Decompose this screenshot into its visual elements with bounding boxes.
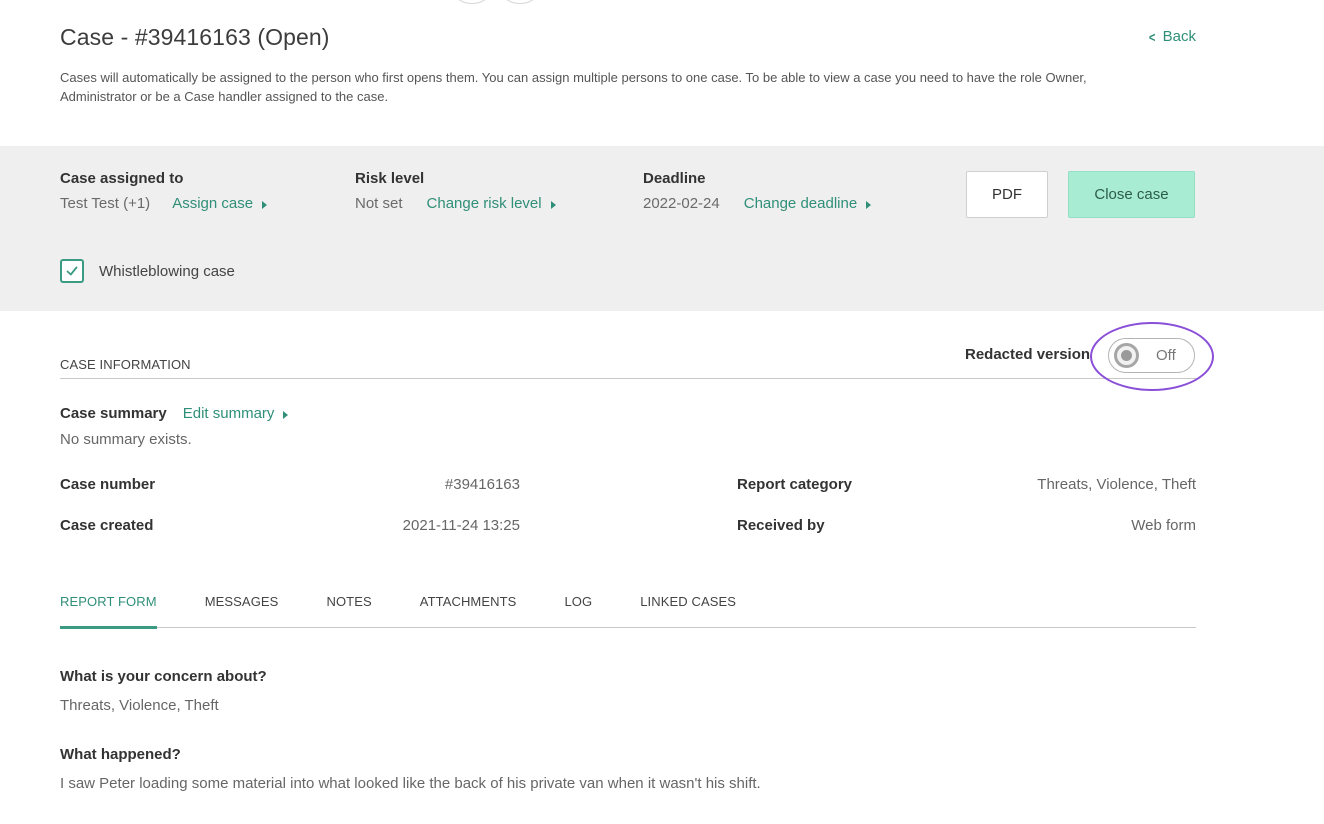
redacted-version-toggle[interactable]: Off — [1108, 338, 1195, 373]
tab-attachments[interactable]: ATTACHMENTS — [420, 594, 517, 628]
check-icon — [66, 266, 78, 276]
toggle-state: Off — [1156, 347, 1176, 364]
top-decoration — [454, 0, 490, 4]
tab-log[interactable]: LOG — [564, 594, 592, 628]
case-created-value: 2021-11-24 13:25 — [402, 517, 520, 534]
risk-label: Risk level — [355, 170, 425, 187]
change-risk-label: Change risk level — [426, 195, 542, 212]
case-created-label: Case created — [60, 517, 154, 534]
case-bar: Case assigned to Test Test (+1) Assign c… — [0, 146, 1324, 311]
received-by-label: Received by — [737, 517, 825, 534]
caret-right-icon — [866, 201, 872, 209]
case-number-value: #39416163 — [444, 476, 520, 493]
page-header: Case - #39416163 (Open) < Back — [60, 24, 1196, 51]
assigned-group: Case assigned to Test Test (+1) Assign c… — [60, 170, 268, 212]
deadline-label: Deadline — [643, 170, 706, 187]
question-what-happened: What happened? — [60, 746, 181, 763]
question-concern: What is your concern about? — [60, 668, 267, 685]
deadline-group: Deadline 2022-02-24 Change deadline — [643, 170, 872, 212]
redacted-version-label: Redacted version — [965, 346, 1091, 363]
edit-summary-link[interactable]: Edit summary — [183, 405, 289, 422]
pdf-button[interactable]: PDF — [966, 171, 1048, 218]
change-deadline-label: Change deadline — [743, 195, 858, 212]
case-summary-text: No summary exists. — [60, 431, 192, 448]
caret-right-icon — [262, 201, 268, 209]
change-risk-link[interactable]: Change risk level — [427, 195, 556, 212]
risk-group: Risk level Not set Change risk level — [355, 170, 556, 212]
edit-summary-label: Edit summary — [182, 405, 275, 422]
page-title: Case - #39416163 (Open) — [60, 24, 330, 50]
report-category-label: Report category — [737, 476, 853, 493]
whistleblowing-label: Whistleblowing case — [99, 262, 235, 280]
caret-right-icon — [550, 201, 556, 209]
case-number-label: Case number — [60, 476, 156, 493]
assign-case-label: Assign case — [172, 195, 254, 212]
change-deadline-link[interactable]: Change deadline — [743, 195, 872, 212]
whistleblowing-checkbox[interactable] — [60, 259, 84, 283]
assigned-label: Case assigned to — [60, 170, 184, 187]
assigned-value: Test Test (+1) — [60, 195, 151, 212]
received-by-value: Web form — [1131, 517, 1196, 534]
chevron-left-icon: < — [1149, 28, 1156, 45]
tab-notes[interactable]: NOTES — [326, 594, 371, 628]
answer-what-happened: I saw Peter loading some material into w… — [60, 775, 761, 792]
tab-report-form[interactable]: REPORT FORM — [60, 594, 157, 629]
case-summary-label: Case summary — [60, 405, 167, 422]
assign-case-link[interactable]: Assign case — [172, 195, 268, 212]
deadline-value: 2022-02-24 — [643, 195, 720, 212]
risk-value: Not set — [355, 195, 403, 212]
back-link[interactable]: < Back — [1148, 28, 1196, 45]
tab-messages[interactable]: MESSAGES — [205, 594, 279, 628]
section-title: CASE INFORMATION — [60, 357, 191, 372]
answer-concern: Threats, Violence, Theft — [60, 697, 219, 714]
caret-right-icon — [283, 411, 289, 419]
intro-text: Cases will automatically be assigned to … — [60, 70, 1087, 104]
case-tabs: REPORT FORM MESSAGES NOTES ATTACHMENTS L… — [60, 594, 1196, 629]
toggle-knob — [1114, 343, 1139, 368]
close-case-button[interactable]: Close case — [1068, 171, 1195, 218]
top-decoration — [502, 0, 538, 4]
report-category-value: Threats, Violence, Theft — [1037, 476, 1196, 493]
tab-linked-cases[interactable]: LINKED CASES — [640, 594, 736, 628]
whistleblowing-row: Whistleblowing case — [60, 259, 235, 283]
back-label: Back — [1162, 28, 1196, 45]
case-summary-row: Case summary Edit summary — [60, 405, 289, 422]
